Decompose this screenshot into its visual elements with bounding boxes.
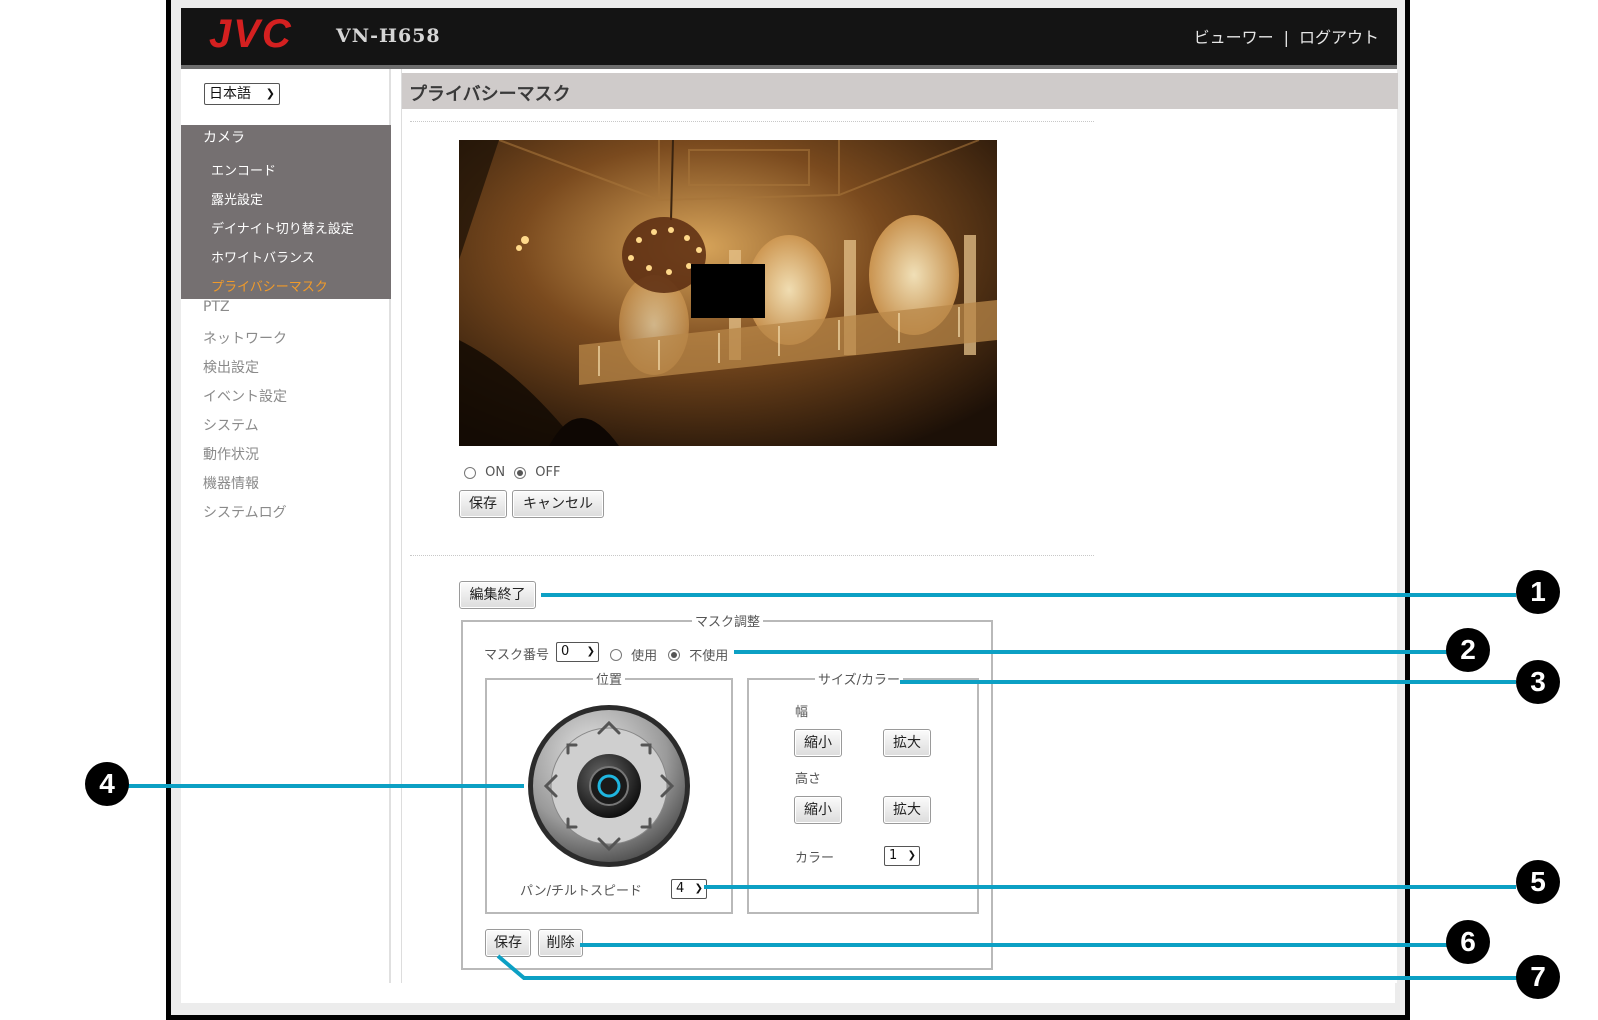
width-enlarge-button[interactable]: 拡大 bbox=[883, 729, 931, 757]
sidebar-item-detection[interactable]: 検出設定 bbox=[203, 357, 259, 377]
sidebar-item-status[interactable]: 動作状況 bbox=[203, 444, 259, 464]
onoff-radio-group: ON OFF bbox=[464, 462, 560, 481]
use-radio-group: 使用 不使用 bbox=[610, 644, 728, 664]
dotted-divider-2 bbox=[410, 555, 1094, 556]
callout-badge-3: 3 bbox=[1516, 660, 1560, 704]
width-label: 幅 bbox=[795, 705, 809, 720]
on-label: ON bbox=[485, 465, 506, 480]
model-name: VN-H658 bbox=[336, 25, 441, 47]
chevron-down-icon: ❯ bbox=[694, 883, 703, 894]
use-radio[interactable] bbox=[610, 648, 622, 661]
sidebar: 日本語 ❯ カメラ エンコード 露光設定 デイナイト切り替え設定 ホワイトバラン… bbox=[181, 69, 391, 983]
off-radio[interactable] bbox=[514, 466, 527, 479]
sidebar-item-network[interactable]: ネットワーク bbox=[203, 328, 287, 348]
header-separator: | bbox=[1283, 28, 1289, 47]
top-header: JVC VN-H658 ビューワー | ログアウト bbox=[181, 8, 1397, 65]
main-content: プライバシーマスク ON OFF 保存 キャンセル 編集終了 マスク調整 マスク… bbox=[401, 69, 1398, 983]
sidebar-item-exposure[interactable]: 露光設定 bbox=[211, 189, 263, 208]
mask-number-value: 0 bbox=[561, 644, 570, 659]
pan-tilt-speed-value: 4 bbox=[676, 881, 685, 896]
dotted-divider bbox=[410, 121, 1094, 122]
sidebar-item-camera[interactable]: カメラ bbox=[203, 127, 245, 147]
sidebar-item-system-log[interactable]: システムログ bbox=[203, 502, 287, 522]
callout-line-1 bbox=[541, 593, 1516, 597]
height-enlarge-button[interactable]: 拡大 bbox=[883, 796, 931, 824]
callout-line-3 bbox=[900, 680, 1516, 684]
height-label: 高さ bbox=[795, 772, 822, 787]
edit-end-button[interactable]: 編集終了 bbox=[459, 581, 536, 609]
save-button[interactable]: 保存 bbox=[459, 490, 507, 518]
screenshot-frame: JVC VN-H658 ビューワー | ログアウト 日本語 ❯ カメラ エンコード … bbox=[166, 0, 1410, 1020]
callout-badge-7: 7 bbox=[1516, 955, 1560, 999]
viewer-link[interactable]: ビューワー bbox=[1194, 28, 1274, 47]
on-radio[interactable] bbox=[464, 466, 476, 479]
sidebar-item-day-night[interactable]: デイナイト切り替え設定 bbox=[211, 218, 354, 237]
mask-number-label: マスク番号 bbox=[484, 648, 550, 663]
position-legend: 位置 bbox=[593, 669, 626, 688]
chevron-down-icon: ❯ bbox=[265, 87, 275, 100]
title-bar: プライバシーマスク bbox=[402, 73, 1398, 109]
ptz-joystick[interactable] bbox=[526, 703, 692, 869]
off-label: OFF bbox=[535, 465, 561, 480]
unused-label: 不使用 bbox=[689, 649, 729, 664]
callout-badge-2: 2 bbox=[1446, 628, 1490, 672]
header-links: ビューワー | ログアウト bbox=[1194, 24, 1379, 48]
callout-badge-1: 1 bbox=[1516, 570, 1560, 614]
sidebar-item-encode[interactable]: エンコード bbox=[211, 160, 276, 179]
mask-adjust-legend: マスク調整 bbox=[692, 611, 764, 630]
sidebar-item-ptz[interactable]: PTZ bbox=[203, 299, 230, 315]
sidebar-item-device-info[interactable]: 機器情報 bbox=[203, 473, 259, 493]
callout-line-6 bbox=[580, 943, 1450, 947]
logout-link[interactable]: ログアウト bbox=[1299, 28, 1379, 47]
use-label: 使用 bbox=[631, 649, 658, 664]
sidebar-item-event[interactable]: イベント設定 bbox=[203, 386, 287, 406]
color-label: カラー bbox=[795, 851, 835, 866]
size-color-fieldset bbox=[747, 678, 979, 914]
callout-line-7 bbox=[496, 954, 1520, 980]
pan-tilt-speed-label: パン/チルトスピード bbox=[520, 884, 643, 899]
height-shrink-button[interactable]: 縮小 bbox=[794, 796, 842, 824]
mask-number-select[interactable]: 0 ❯ bbox=[556, 642, 599, 662]
camera-menu-group: カメラ エンコード 露光設定 デイナイト切り替え設定 ホワイトバランス プライバ… bbox=[181, 125, 391, 299]
language-value: 日本語 bbox=[209, 86, 251, 102]
callout-line-5 bbox=[704, 885, 1516, 889]
page-title: プライバシーマスク bbox=[409, 84, 571, 105]
cancel-button[interactable]: キャンセル bbox=[512, 490, 604, 518]
chevron-down-icon: ❯ bbox=[586, 646, 595, 657]
joystick-icon bbox=[528, 705, 690, 867]
callout-badge-4: 4 bbox=[85, 762, 129, 806]
sidebar-item-privacy-mask[interactable]: プライバシーマスク bbox=[211, 276, 328, 295]
jvc-logo: JVC bbox=[209, 12, 293, 56]
camera-live-view[interactable] bbox=[459, 140, 997, 446]
chevron-down-icon: ❯ bbox=[907, 850, 916, 861]
callout-badge-5: 5 bbox=[1516, 860, 1560, 904]
width-shrink-button[interactable]: 縮小 bbox=[794, 729, 842, 757]
color-value: 1 bbox=[889, 848, 898, 863]
callout-line-4 bbox=[126, 784, 524, 788]
callout-line-2 bbox=[734, 650, 1450, 654]
sidebar-item-white-balance[interactable]: ホワイトバランス bbox=[211, 247, 315, 266]
privacy-mask-box[interactable] bbox=[691, 264, 765, 318]
unused-radio[interactable] bbox=[668, 648, 681, 661]
language-select[interactable]: 日本語 ❯ bbox=[204, 83, 280, 105]
sidebar-item-system[interactable]: システム bbox=[203, 415, 259, 435]
size-color-legend: サイズ/カラー bbox=[815, 669, 903, 688]
color-select[interactable]: 1 ❯ bbox=[884, 846, 920, 866]
pan-tilt-speed-select[interactable]: 4 ❯ bbox=[671, 879, 707, 899]
